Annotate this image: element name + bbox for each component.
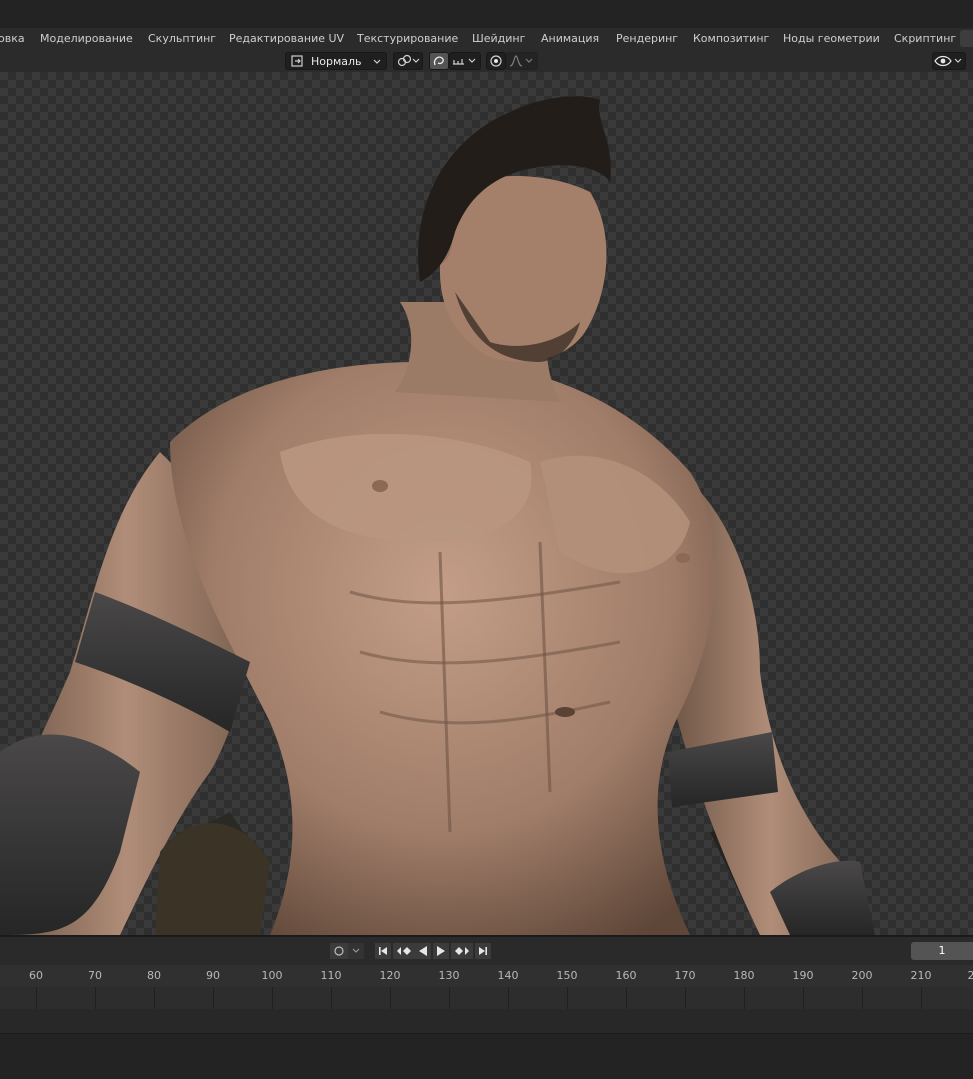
visibility-eye-icon bbox=[934, 55, 962, 67]
timeline-ruler[interactable]: 60 70 80 90 100 110 120 130 140 150 160 … bbox=[0, 965, 973, 987]
ruler-label: 210 bbox=[910, 969, 932, 982]
editor-header: Нормаль bbox=[0, 50, 973, 72]
ruler-label: 190 bbox=[792, 969, 814, 982]
visibility-dropdown[interactable] bbox=[932, 52, 966, 70]
ruler-label: 170 bbox=[674, 969, 696, 982]
ruler-label: 80 bbox=[147, 969, 161, 982]
workspace-tabs: овка Моделирование Скульптинг Редактиров… bbox=[0, 28, 973, 51]
ruler-label: 2 bbox=[967, 969, 973, 982]
tab-geometry-nodes[interactable]: Ноды геометрии bbox=[783, 32, 880, 45]
dropdown-chevron-icon bbox=[373, 59, 381, 64]
tab-scripting[interactable]: Скриптинг bbox=[894, 32, 956, 45]
tab-texture-paint[interactable]: Текстурирование bbox=[357, 32, 458, 45]
falloff-icon bbox=[509, 55, 533, 67]
ruler-label: 160 bbox=[615, 969, 637, 982]
blend-mode-dropdown[interactable]: Нормаль bbox=[285, 52, 387, 70]
status-bar bbox=[0, 1034, 973, 1079]
timeline-tracks-lower[interactable] bbox=[0, 1009, 973, 1034]
tab-compositing[interactable]: Композитинг bbox=[693, 32, 769, 45]
tab-modeling[interactable]: Моделирование bbox=[40, 32, 133, 45]
character-render bbox=[0, 96, 875, 935]
ruler-label: 60 bbox=[29, 969, 43, 982]
blend-mode-label: Нормаль bbox=[311, 54, 362, 68]
stabilize-dropdown[interactable] bbox=[449, 52, 481, 70]
proportional-toggle[interactable] bbox=[486, 52, 506, 70]
timeline-header: 1 bbox=[0, 935, 973, 965]
top-menu-bar bbox=[0, 0, 973, 28]
play-icon bbox=[437, 946, 445, 956]
ruler-label: 180 bbox=[733, 969, 755, 982]
tab-rendering[interactable]: Рендеринг bbox=[616, 32, 678, 45]
ruler-label: 130 bbox=[438, 969, 460, 982]
jump-end-icon bbox=[479, 947, 487, 955]
ruler-label: 70 bbox=[88, 969, 102, 982]
next-keyframe-icon bbox=[455, 947, 469, 955]
jump-start-icon bbox=[379, 947, 387, 955]
ruler-label: 120 bbox=[379, 969, 401, 982]
image-viewport[interactable] bbox=[0, 72, 973, 935]
keyframe-circle-button[interactable] bbox=[330, 943, 348, 959]
tab-overflow[interactable] bbox=[960, 30, 973, 47]
ruler-label: 90 bbox=[206, 969, 220, 982]
tab-uv-editing[interactable]: Редактирование UV bbox=[229, 32, 344, 45]
blend-mode-icon bbox=[291, 55, 303, 67]
ruler-label: 140 bbox=[497, 969, 519, 982]
keyframe-circle-icon bbox=[334, 946, 344, 956]
prev-keyframe-button[interactable] bbox=[393, 943, 415, 959]
play-button[interactable] bbox=[433, 943, 449, 959]
next-keyframe-button[interactable] bbox=[451, 943, 473, 959]
tab-animation[interactable]: Анимация bbox=[541, 32, 599, 45]
play-reverse-icon bbox=[419, 946, 427, 956]
ruler-label: 200 bbox=[851, 969, 873, 982]
ruler-label: 100 bbox=[261, 969, 283, 982]
stabilize-icon bbox=[453, 58, 476, 65]
jump-end-button[interactable] bbox=[475, 943, 491, 959]
keying-dropdown[interactable] bbox=[348, 943, 364, 959]
play-reverse-button[interactable] bbox=[415, 943, 431, 959]
current-frame-field[interactable]: 1 bbox=[911, 942, 973, 960]
jump-start-button[interactable] bbox=[375, 943, 391, 959]
ruler-label: 150 bbox=[556, 969, 578, 982]
dropdown-chevron-icon bbox=[352, 948, 360, 953]
link-icon bbox=[397, 54, 420, 67]
timeline-tracks[interactable] bbox=[0, 987, 973, 1009]
tab-layout[interactable]: овка bbox=[0, 32, 25, 45]
pin-toggle[interactable] bbox=[429, 52, 449, 70]
ruler-label: 110 bbox=[320, 969, 342, 982]
falloff-dropdown[interactable] bbox=[506, 52, 538, 70]
proportional-icon bbox=[490, 55, 502, 67]
tab-sculpting[interactable]: Скульптинг bbox=[148, 32, 216, 45]
tab-shading[interactable]: Шейдинг bbox=[472, 32, 525, 45]
link-dropdown[interactable] bbox=[393, 52, 423, 70]
pin-icon bbox=[433, 56, 444, 66]
prev-keyframe-icon bbox=[397, 947, 411, 955]
